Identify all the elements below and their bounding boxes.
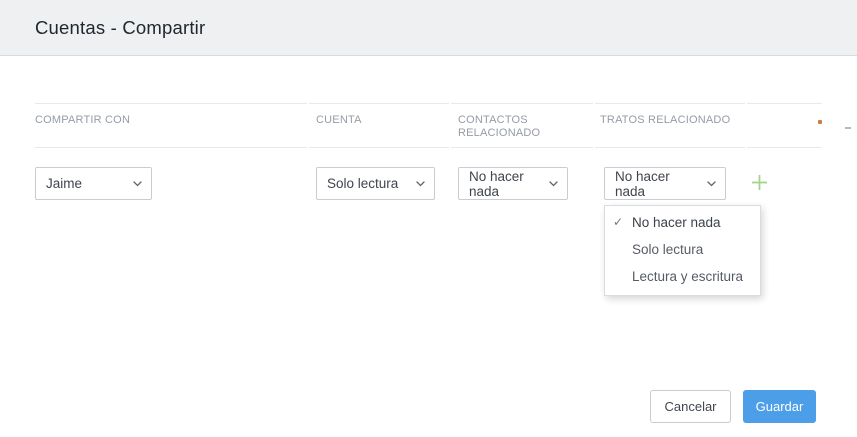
modal-title: Cuentas - Compartir xyxy=(35,17,206,38)
menu-option-label: No hacer nada xyxy=(632,215,721,230)
menu-option-solo-lectura[interactable]: Solo lectura xyxy=(605,236,760,263)
add-row-button[interactable] xyxy=(750,175,768,193)
deals-permission-dropdown-menu: ✓ No hacer nada Solo lectura Lectura y e… xyxy=(604,205,761,296)
menu-option-lectura-y-escritura[interactable]: Lectura y escritura xyxy=(605,263,760,290)
table-header-row: COMPARTIR CON CUENTA CONTACTOS RELACIONA… xyxy=(35,103,822,148)
deals-permission-select[interactable]: No hacer nada xyxy=(604,167,726,200)
menu-option-label: Lectura y escritura xyxy=(632,269,744,284)
contacts-permission-select[interactable]: No hacer nada xyxy=(458,167,568,200)
chevron-down-icon xyxy=(707,180,716,187)
column-header-share-with: COMPARTIR CON xyxy=(35,103,307,148)
table-row: Jaime Solo lectura No hacer nada No hace… xyxy=(35,167,822,200)
save-button[interactable]: Guardar xyxy=(743,390,816,423)
column-header-actions xyxy=(747,103,822,148)
menu-option-label: Solo lectura xyxy=(632,242,704,257)
artifact-dot xyxy=(818,120,822,124)
modal-header: Cuentas - Compartir xyxy=(0,0,857,56)
chevron-down-icon xyxy=(133,180,142,187)
chevron-down-icon xyxy=(549,180,558,187)
cancel-button[interactable]: Cancelar xyxy=(650,390,731,423)
deals-permission-value: No hacer nada xyxy=(615,168,670,199)
account-permission-value: Solo lectura xyxy=(327,176,399,191)
plus-icon xyxy=(751,174,768,194)
artifact-dash xyxy=(845,127,851,129)
column-header-account: CUENTA xyxy=(309,103,449,148)
contacts-permission-value: No hacer nada xyxy=(469,168,524,199)
modal-footer: Cancelar Guardar xyxy=(650,390,816,423)
check-icon: ✓ xyxy=(613,215,624,229)
column-header-related-contacts: CONTACTOS RELACIONADO xyxy=(451,103,593,148)
share-with-value: Jaime xyxy=(46,176,83,191)
menu-option-no-hacer-nada[interactable]: ✓ No hacer nada xyxy=(605,209,760,236)
share-with-select[interactable]: Jaime xyxy=(35,167,152,200)
share-accounts-modal: Cuentas - Compartir COMPARTIR CON CUENTA… xyxy=(0,0,857,437)
column-header-related-deals: TRATOS RELACIONADO xyxy=(595,103,745,148)
account-permission-select[interactable]: Solo lectura xyxy=(316,167,435,200)
chevron-down-icon xyxy=(416,180,425,187)
